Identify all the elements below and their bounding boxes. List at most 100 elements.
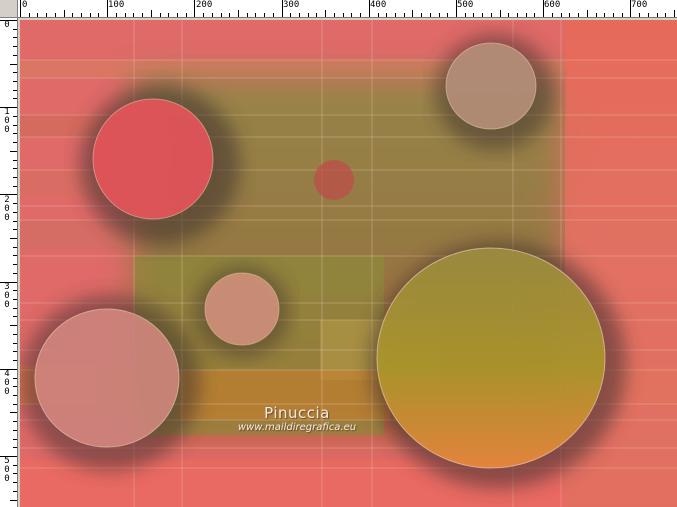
ruler-tick bbox=[0, 107, 17, 109]
ruler-tick bbox=[13, 351, 17, 353]
ruler-tick bbox=[394, 13, 396, 17]
ruler-tick bbox=[13, 307, 17, 309]
ruler-tick bbox=[10, 63, 17, 65]
ruler-tick bbox=[560, 13, 562, 17]
ruler-tick bbox=[176, 13, 178, 17]
ruler-top-label-600: 600 bbox=[544, 0, 561, 10]
ruler-tick bbox=[13, 403, 17, 405]
ruler-tick bbox=[13, 264, 17, 266]
ruler-tick bbox=[13, 28, 17, 30]
ruler-horizontal[interactable]: 0 100 200 300 400 500 600 700 bbox=[18, 0, 677, 18]
ruler-tick bbox=[72, 13, 74, 17]
ruler-tick bbox=[490, 13, 492, 17]
ruler-tick bbox=[377, 13, 379, 17]
ruler-tick bbox=[13, 229, 17, 231]
ruler-tick bbox=[211, 13, 213, 17]
ruler-tick bbox=[133, 13, 135, 17]
ruler-tick bbox=[604, 13, 606, 17]
ruler-tick bbox=[13, 490, 17, 492]
ruler-tick bbox=[368, 0, 370, 17]
ruler-tick bbox=[316, 13, 318, 17]
ruler-tick bbox=[13, 89, 17, 91]
ruler-tick bbox=[13, 124, 17, 126]
ruler-tick bbox=[674, 10, 675, 17]
ruler-left-label-100: 1 0 0 bbox=[4, 107, 10, 135]
ruler-tick bbox=[13, 220, 17, 222]
ruler-tick bbox=[534, 13, 536, 17]
ruler-tick bbox=[0, 456, 17, 457]
circle-large-right bbox=[376, 247, 606, 469]
ruler-tick bbox=[246, 13, 248, 17]
ruler-tick bbox=[647, 13, 649, 17]
ruler-tick bbox=[63, 10, 65, 17]
ruler-tick bbox=[13, 386, 17, 388]
ruler-tick bbox=[13, 438, 17, 440]
ruler-tick bbox=[89, 13, 91, 17]
circle-top-left bbox=[92, 98, 214, 220]
watermark-url: www.maildiregrafica.eu bbox=[237, 422, 357, 433]
ruler-tick bbox=[13, 46, 17, 48]
ruler-tick bbox=[54, 13, 56, 17]
ruler-tick bbox=[46, 13, 48, 17]
ruler-tick bbox=[412, 10, 414, 17]
ruler-tick bbox=[447, 13, 449, 17]
ruler-tick bbox=[220, 13, 222, 17]
ruler-tick bbox=[185, 13, 187, 17]
ruler-tick bbox=[578, 13, 580, 17]
ruler-tick bbox=[13, 203, 17, 205]
ruler-tick bbox=[13, 81, 17, 83]
circle-bottom-left bbox=[34, 308, 180, 448]
ruler-tick bbox=[13, 98, 17, 100]
ruler-top-label-500: 500 bbox=[457, 0, 474, 10]
ruler-tick bbox=[551, 13, 553, 17]
image-canvas[interactable]: Pinuccia www.maildiregrafica.eu bbox=[20, 20, 677, 507]
ruler-tick bbox=[13, 447, 17, 449]
ruler-tick bbox=[333, 13, 335, 17]
circle-small-center bbox=[314, 160, 354, 200]
ruler-top-label-400: 400 bbox=[370, 0, 387, 10]
ruler-tick bbox=[569, 13, 571, 17]
ruler-tick bbox=[13, 37, 17, 39]
ruler-tick bbox=[13, 421, 17, 423]
ruler-tick bbox=[238, 10, 239, 17]
ruler-tick bbox=[13, 482, 17, 484]
ruler-tick bbox=[264, 13, 266, 17]
ruler-tick bbox=[595, 13, 597, 17]
ruler-tick bbox=[342, 13, 344, 17]
ruler-tick bbox=[0, 194, 17, 196]
ruler-tick bbox=[115, 13, 117, 17]
ruler-tick bbox=[13, 377, 17, 379]
ruler-vertical[interactable]: 0 1 0 0 2 0 0 3 0 0 4 0 0 5 0 0 bbox=[0, 18, 18, 507]
ruler-tick bbox=[13, 464, 17, 466]
ruler-top-label-700: 700 bbox=[631, 0, 648, 10]
ruler-tick bbox=[13, 429, 17, 431]
ruler-tick bbox=[13, 246, 17, 248]
ruler-tick bbox=[0, 20, 17, 21]
ruler-left-label-0: 0 bbox=[4, 20, 10, 30]
ruler-tick bbox=[473, 13, 475, 17]
ruler-left-label-400: 4 0 0 bbox=[4, 369, 10, 397]
ruler-tick bbox=[13, 316, 17, 318]
ruler-left-label-300: 3 0 0 bbox=[4, 282, 10, 310]
ruler-tick bbox=[456, 0, 457, 17]
ruler-left-label-200: 2 0 0 bbox=[4, 195, 10, 223]
ruler-top-label-0: 0 bbox=[22, 0, 28, 10]
ruler-tick bbox=[13, 255, 17, 257]
ruler-tick bbox=[20, 0, 21, 17]
ruler-tick bbox=[150, 10, 152, 17]
ruler-tick bbox=[13, 211, 17, 213]
ruler-tick bbox=[10, 499, 17, 501]
ruler-tick bbox=[229, 13, 231, 17]
ruler-tick bbox=[10, 325, 17, 327]
ruler-tick bbox=[464, 13, 466, 17]
ruler-tick bbox=[403, 13, 405, 17]
ruler-tick bbox=[13, 299, 17, 301]
ruler-tick bbox=[517, 13, 519, 17]
ruler-tick bbox=[13, 473, 17, 475]
ruler-tick bbox=[28, 13, 30, 17]
ruler-tick bbox=[525, 13, 527, 17]
ruler-tick bbox=[13, 290, 17, 292]
ruler-tick bbox=[429, 13, 431, 17]
ruler-tick bbox=[124, 13, 126, 17]
ruler-tick bbox=[281, 0, 283, 17]
